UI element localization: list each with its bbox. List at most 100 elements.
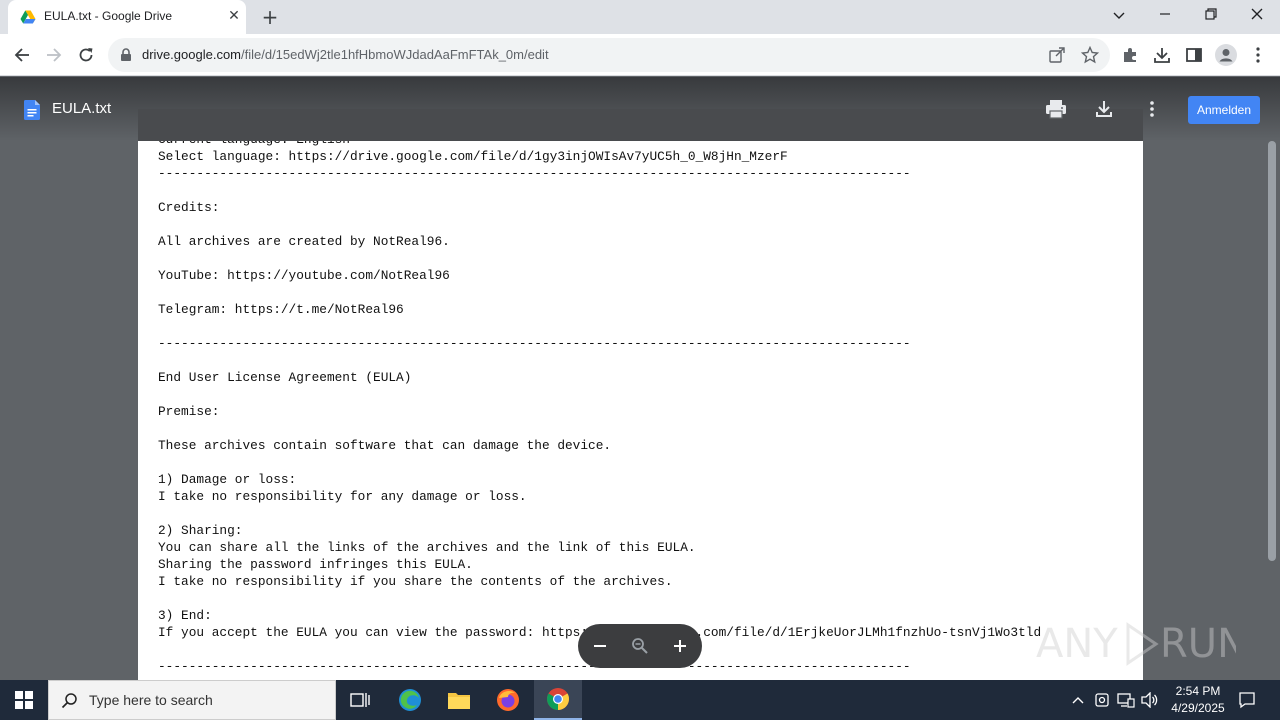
document-line: ----------------------------------------… xyxy=(158,166,911,181)
chrome-menu-icon[interactable] xyxy=(1246,43,1270,67)
document-text: Current language: EnglishSelect language… xyxy=(158,141,1041,675)
browser-toolbar: drive.google.com/file/d/15edWj2tle1hfHbm… xyxy=(0,34,1280,76)
windows-logo-icon xyxy=(15,691,33,709)
download-button[interactable] xyxy=(1092,97,1116,121)
document-line xyxy=(158,454,1041,471)
meet-now-icon[interactable] xyxy=(1092,690,1112,710)
task-view-icon xyxy=(350,693,370,707)
printer-icon xyxy=(1046,100,1066,119)
url-text[interactable]: drive.google.com/file/d/15edWj2tle1hfHbm… xyxy=(142,47,549,62)
tab-search-icon[interactable] xyxy=(1107,6,1131,26)
print-button[interactable] xyxy=(1044,97,1068,121)
arrow-right-icon xyxy=(47,48,62,62)
document-line: YouTube: https://youtube.com/NotReal96 xyxy=(158,268,450,283)
document-line xyxy=(158,182,1041,199)
folder-icon xyxy=(448,693,470,709)
zoom-out-button[interactable] xyxy=(588,634,612,658)
tab-title: EULA.txt - Google Drive xyxy=(44,9,173,23)
taskbar-search-box[interactable]: Type here to search xyxy=(48,680,336,720)
document-line: You can share all the links of the archi… xyxy=(158,540,696,555)
drive-file-viewer: Current language: EnglishSelect language… xyxy=(0,77,1280,680)
firefox-taskbar-button[interactable] xyxy=(484,680,532,720)
windows-taskbar: Type here to search 2:54 PM 4/29/2025 xyxy=(0,680,1280,720)
sign-in-button[interactable]: Anmelden xyxy=(1188,96,1260,124)
taskbar-clock[interactable]: 2:54 PM 4/29/2025 xyxy=(1166,683,1230,717)
document-page[interactable]: Current language: EnglishSelect language… xyxy=(138,141,1143,680)
more-actions-button[interactable] xyxy=(1140,97,1164,121)
document-line: 1) Damage or loss: xyxy=(158,472,297,487)
document-line xyxy=(158,505,1041,522)
search-icon xyxy=(61,693,77,709)
document-line: Sharing the password infringes this EULA… xyxy=(158,557,473,572)
lock-icon[interactable] xyxy=(120,48,132,62)
edge-taskbar-button[interactable] xyxy=(386,680,434,720)
back-button[interactable] xyxy=(10,43,34,67)
document-line: All archives are created by NotReal96. xyxy=(158,234,450,249)
volume-icon[interactable] xyxy=(1140,690,1160,710)
arrow-left-icon xyxy=(14,48,29,62)
tray-overflow-icon[interactable] xyxy=(1068,690,1088,710)
document-line: ----------------------------------------… xyxy=(158,336,911,351)
page-top-strip xyxy=(138,109,1143,141)
side-panel-icon[interactable] xyxy=(1182,43,1206,67)
document-line: I take no responsibility if you share th… xyxy=(158,574,673,589)
document-line xyxy=(158,318,1041,335)
address-bar[interactable]: drive.google.com/file/d/15edWj2tle1hfHbm… xyxy=(108,38,1110,72)
google-drive-icon xyxy=(20,10,36,24)
share-icon[interactable] xyxy=(1048,46,1066,64)
svg-text:RUN: RUN xyxy=(1160,621,1236,667)
downloads-icon[interactable] xyxy=(1150,43,1174,67)
document-line: Current language: English xyxy=(158,141,1041,148)
viewer-scrollbar[interactable] xyxy=(1268,141,1276,561)
document-line xyxy=(158,216,1041,233)
zoom-controls xyxy=(578,624,702,668)
close-window-button[interactable] xyxy=(1245,6,1269,26)
profile-avatar-icon[interactable] xyxy=(1214,43,1238,67)
start-button[interactable] xyxy=(0,680,48,720)
document-line: These archives contain software that can… xyxy=(158,438,612,453)
zoom-reset-button[interactable] xyxy=(628,634,652,658)
svg-text:ANY: ANY xyxy=(1036,621,1118,667)
document-line xyxy=(158,420,1041,437)
document-line: Premise: xyxy=(158,404,220,419)
close-tab-icon[interactable]: ✕ xyxy=(226,8,242,24)
zoom-in-button[interactable] xyxy=(668,634,692,658)
reload-button[interactable] xyxy=(74,43,98,67)
download-icon xyxy=(1096,101,1112,117)
network-icon[interactable] xyxy=(1116,690,1136,710)
document-line xyxy=(158,386,1041,403)
document-line: Select language: https://drive.google.co… xyxy=(158,149,788,164)
file-explorer-taskbar-button[interactable] xyxy=(435,680,483,720)
minus-icon xyxy=(594,645,606,647)
google-docs-file-icon xyxy=(24,100,40,120)
document-line xyxy=(158,590,1041,607)
new-tab-button[interactable]: + xyxy=(258,6,282,28)
clock-time: 2:54 PM xyxy=(1175,684,1221,698)
minimize-button[interactable] xyxy=(1153,6,1177,26)
document-line: End User License Agreement (EULA) xyxy=(158,370,412,385)
document-line xyxy=(158,250,1041,267)
document-line: I take no responsibility for any damage … xyxy=(158,489,527,504)
anyrun-watermark-logo: ANY RUN xyxy=(1036,621,1236,667)
forward-button[interactable] xyxy=(42,43,66,67)
document-line xyxy=(158,352,1041,369)
document-title: EULA.txt xyxy=(52,100,112,117)
extensions-icon[interactable] xyxy=(1118,43,1142,67)
more-vert-icon xyxy=(1150,101,1154,117)
reload-icon xyxy=(79,48,93,62)
document-line: Credits: xyxy=(158,200,220,215)
magnifier-icon xyxy=(632,638,648,654)
document-line: Telegram: https://t.me/NotReal96 xyxy=(158,302,404,317)
bookmark-star-icon[interactable] xyxy=(1081,46,1099,64)
restore-button[interactable] xyxy=(1199,6,1223,26)
document-line xyxy=(158,284,1041,301)
task-view-button[interactable] xyxy=(336,680,384,720)
tab-eula[interactable]: EULA.txt - Google Drive ✕ xyxy=(8,0,246,34)
firefox-icon xyxy=(497,689,519,711)
search-placeholder: Type here to search xyxy=(89,692,213,708)
plus-icon xyxy=(674,640,686,652)
notifications-icon[interactable] xyxy=(1237,690,1257,710)
document-line: 2) Sharing: xyxy=(158,523,243,538)
document-line: 3) End: xyxy=(158,608,212,623)
chrome-taskbar-button[interactable] xyxy=(534,680,582,720)
